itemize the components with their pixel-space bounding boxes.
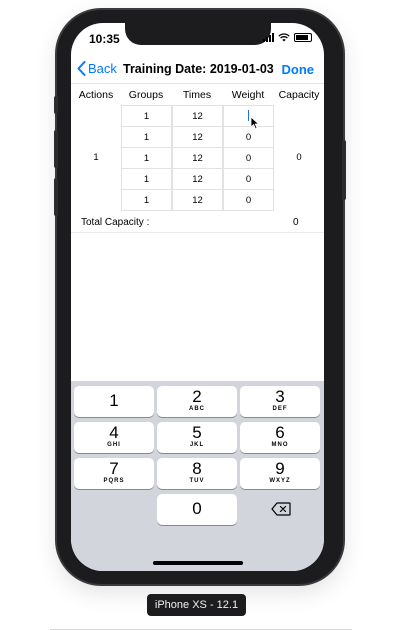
- key-5[interactable]: 5 JKL: [157, 422, 237, 453]
- pointer-cursor-icon: [250, 116, 260, 130]
- total-capacity-value: 0: [293, 217, 299, 228]
- header-capacity: Capacity: [278, 89, 320, 101]
- weight-input[interactable]: 0: [223, 126, 274, 148]
- key-1[interactable]: 1: [74, 386, 154, 417]
- back-chevron-icon: [77, 61, 86, 76]
- times-cell[interactable]: 12: [172, 126, 223, 148]
- times-cell[interactable]: 12: [172, 189, 223, 211]
- key-9[interactable]: 9 WXYZ: [240, 458, 320, 489]
- key-letters: PQRS: [103, 478, 125, 484]
- total-capacity-row: Total Capacity : 0: [71, 213, 324, 233]
- status-time: 10:35: [89, 32, 120, 46]
- navigation-bar: Back Training Date: 2019-01-03 Done: [71, 57, 324, 85]
- wifi-icon: [278, 33, 290, 42]
- back-button-label: Back: [88, 61, 117, 76]
- signal-icon: [263, 33, 274, 42]
- key-letters: DEF: [272, 406, 288, 412]
- table-header: Actions Groups Times Weight Capacity: [71, 86, 324, 106]
- key-number: 4: [109, 423, 119, 442]
- device-label: iPhone XS - 12.1: [147, 594, 246, 616]
- key-number: 8: [192, 459, 202, 478]
- groups-cell[interactable]: 1: [121, 126, 172, 148]
- key-letters: GHI: [107, 442, 121, 448]
- capacity-cell: 0: [296, 152, 302, 163]
- back-button[interactable]: Back: [77, 61, 117, 76]
- notch: [125, 23, 271, 45]
- key-number: 6: [275, 423, 285, 442]
- key-0[interactable]: 0: [157, 494, 237, 525]
- actions-cell: 1: [93, 152, 99, 163]
- times-cell[interactable]: 12: [172, 105, 223, 127]
- key-8[interactable]: 8 TUV: [157, 458, 237, 489]
- weight-input[interactable]: 0: [223, 189, 274, 211]
- key-letters: TUV: [189, 478, 205, 484]
- weight-input[interactable]: 0: [223, 168, 274, 190]
- page-title: Training Date: 2019-01-03: [123, 62, 274, 76]
- phone-screen: 10:35 Back Training Date: 2019-01-03 Don…: [71, 23, 324, 571]
- key-letters: WXYZ: [269, 478, 291, 484]
- key-number: 5: [192, 423, 202, 442]
- backspace-icon[interactable]: [271, 502, 291, 516]
- groups-cell[interactable]: 1: [121, 189, 172, 211]
- power-button: [342, 140, 346, 200]
- key-letters: JKL: [189, 442, 205, 448]
- key-2[interactable]: 2 ABC: [157, 386, 237, 417]
- key-3[interactable]: 3 DEF: [240, 386, 320, 417]
- volume-down-button: [54, 178, 58, 216]
- header-times: Times: [182, 89, 212, 101]
- nav-divider: [71, 83, 324, 84]
- silent-switch: [54, 96, 58, 114]
- key-4[interactable]: 4 GHI: [74, 422, 154, 453]
- times-cell[interactable]: 12: [172, 168, 223, 190]
- key-letters: MNO: [271, 442, 289, 448]
- groups-cell[interactable]: 1: [121, 147, 172, 169]
- groups-cell[interactable]: 1: [121, 105, 172, 127]
- battery-icon: [294, 33, 312, 42]
- home-indicator[interactable]: [153, 561, 243, 565]
- key-number: 3: [275, 387, 285, 406]
- training-table: 1 0 1 12 1 12 0 1 12 0 1 12 0 1 12 0: [71, 105, 324, 212]
- header-weight: Weight: [231, 89, 265, 101]
- key-number: 2: [192, 387, 202, 406]
- header-groups: Groups: [128, 89, 164, 101]
- status-icons: [263, 33, 312, 42]
- total-capacity-label: Total Capacity :: [81, 217, 150, 228]
- done-button[interactable]: Done: [282, 62, 315, 77]
- groups-cell[interactable]: 1: [121, 168, 172, 190]
- weight-input[interactable]: 0: [223, 147, 274, 169]
- text-caret: [248, 110, 249, 121]
- times-cell[interactable]: 12: [172, 147, 223, 169]
- key-number: 0: [192, 499, 202, 518]
- key-6[interactable]: 6 MNO: [240, 422, 320, 453]
- volume-up-button: [54, 130, 58, 168]
- key-letters: ABC: [189, 406, 205, 412]
- key-number: 9: [275, 459, 285, 478]
- numeric-keypad: 1 2 ABC 3 DEF 4 GHI 5 JKL 6 MNO 7 PQRS 8…: [71, 381, 324, 571]
- key-number: 7: [109, 459, 119, 478]
- key-number: 1: [109, 391, 119, 410]
- key-7[interactable]: 7 PQRS: [74, 458, 154, 489]
- header-actions: Actions: [78, 89, 114, 101]
